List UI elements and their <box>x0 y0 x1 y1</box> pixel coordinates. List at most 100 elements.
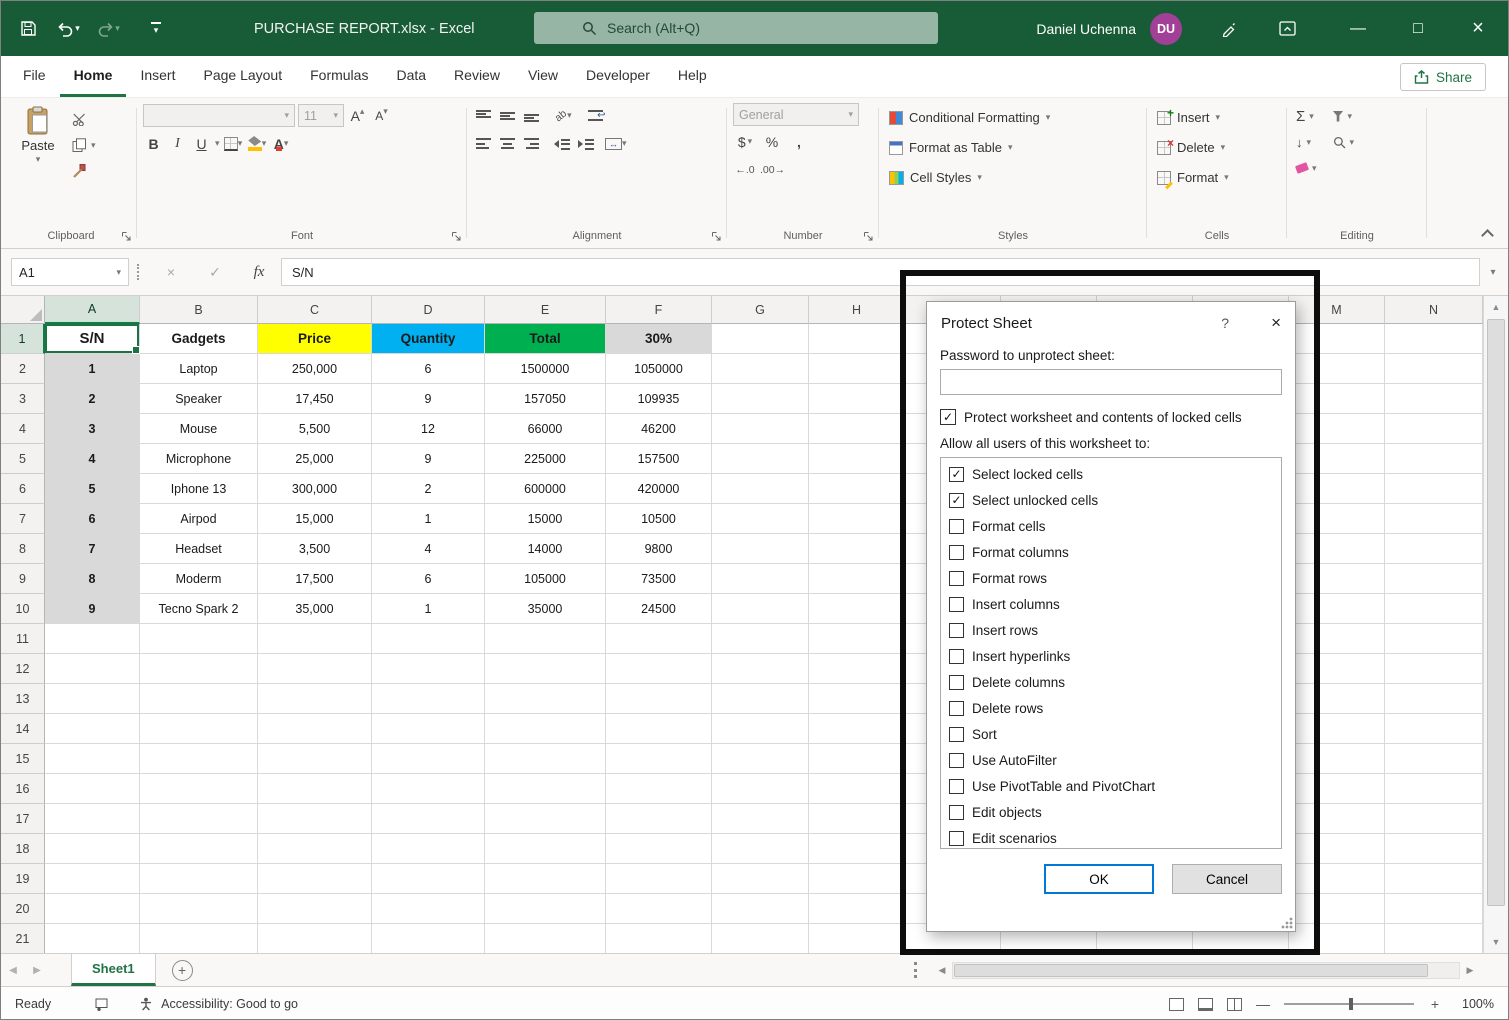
cell-C17[interactable] <box>258 804 372 834</box>
format-cells-button[interactable]: Format▾ <box>1153 165 1233 190</box>
dialog-option-format-cells[interactable]: Format cells <box>941 513 1281 539</box>
cell-B5[interactable]: Microphone <box>140 444 258 474</box>
cell-B14[interactable] <box>140 714 258 744</box>
cell-D19[interactable] <box>372 864 485 894</box>
cell-C14[interactable] <box>258 714 372 744</box>
row-header-2[interactable]: 2 <box>1 354 45 384</box>
cell-C19[interactable] <box>258 864 372 894</box>
redo-button[interactable]: ▾ <box>93 12 123 46</box>
cell-N10[interactable] <box>1385 594 1483 624</box>
cell-F8[interactable]: 9800 <box>606 534 712 564</box>
column-header-E[interactable]: E <box>485 296 606 324</box>
cell-G6[interactable] <box>712 474 809 504</box>
pen-icon[interactable] <box>1212 12 1246 46</box>
row-header-1[interactable]: 1 <box>1 324 45 354</box>
cell-A21[interactable] <box>45 924 140 953</box>
comma-style-button[interactable]: , <box>787 131 811 153</box>
page-layout-view-button[interactable] <box>1198 998 1213 1011</box>
cell-B13[interactable] <box>140 684 258 714</box>
tab-splitter-handle[interactable] <box>914 962 920 978</box>
cell-D6[interactable]: 2 <box>372 474 485 504</box>
cell-G5[interactable] <box>712 444 809 474</box>
cell-M2[interactable] <box>1289 354 1385 384</box>
cell-F5[interactable]: 157500 <box>606 444 712 474</box>
cell-N21[interactable] <box>1385 924 1483 953</box>
cell-C5[interactable]: 25,000 <box>258 444 372 474</box>
number-dialog-launcher[interactable] <box>863 230 874 241</box>
cell-B17[interactable] <box>140 804 258 834</box>
row-header-11[interactable]: 11 <box>1 624 45 654</box>
cell-H10[interactable] <box>809 594 905 624</box>
cell-B19[interactable] <box>140 864 258 894</box>
cell-C15[interactable] <box>258 744 372 774</box>
align-center-button[interactable] <box>497 133 518 155</box>
zoom-slider[interactable] <box>1284 996 1414 1012</box>
cell-G20[interactable] <box>712 894 809 924</box>
italic-button[interactable]: I <box>167 133 188 155</box>
cell-B16[interactable] <box>140 774 258 804</box>
cell-F4[interactable]: 46200 <box>606 414 712 444</box>
cell-N14[interactable] <box>1385 714 1483 744</box>
expand-formula-bar-button[interactable]: ▾ <box>1480 258 1506 286</box>
dialog-option-insert-hyperlinks[interactable]: Insert hyperlinks <box>941 643 1281 669</box>
cell-E1[interactable]: Total <box>485 324 606 354</box>
clear-button[interactable]: ▾ <box>1293 157 1320 179</box>
cell-B7[interactable]: Airpod <box>140 504 258 534</box>
cell-B18[interactable] <box>140 834 258 864</box>
cell-A17[interactable] <box>45 804 140 834</box>
cell-E9[interactable]: 105000 <box>485 564 606 594</box>
cell-N15[interactable] <box>1385 744 1483 774</box>
row-header-4[interactable]: 4 <box>1 414 45 444</box>
macro-record-icon[interactable] <box>95 998 109 1011</box>
dialog-option-insert-rows[interactable]: Insert rows <box>941 617 1281 643</box>
row-header-9[interactable]: 9 <box>1 564 45 594</box>
cell-C12[interactable] <box>258 654 372 684</box>
cell-E16[interactable] <box>485 774 606 804</box>
horizontal-scrollbar[interactable]: ◀ ▶ <box>932 954 1480 986</box>
cell-N13[interactable] <box>1385 684 1483 714</box>
cell-H17[interactable] <box>809 804 905 834</box>
row-header-21[interactable]: 21 <box>1 924 45 953</box>
cell-E2[interactable]: 1500000 <box>485 354 606 384</box>
cell-A7[interactable]: 6 <box>45 504 140 534</box>
row-header-7[interactable]: 7 <box>1 504 45 534</box>
cell-H1[interactable] <box>809 324 905 354</box>
underline-button[interactable]: U <box>191 133 212 155</box>
align-bottom-button[interactable] <box>521 105 542 127</box>
accessibility-status[interactable]: Accessibility: Good to go <box>161 997 298 1011</box>
minimize-button[interactable]: — <box>1328 1 1388 56</box>
resize-grip[interactable] <box>1281 917 1293 929</box>
cell-C4[interactable]: 5,500 <box>258 414 372 444</box>
row-header-10[interactable]: 10 <box>1 594 45 624</box>
cell-G12[interactable] <box>712 654 809 684</box>
row-header-19[interactable]: 19 <box>1 864 45 894</box>
cell-M5[interactable] <box>1289 444 1385 474</box>
dialog-option-delete-columns[interactable]: Delete columns <box>941 669 1281 695</box>
avatar[interactable]: DU <box>1150 13 1182 45</box>
cell-B3[interactable]: Speaker <box>140 384 258 414</box>
prev-sheet-button[interactable]: ◀ <box>1 954 25 986</box>
vertical-scrollbar-thumb[interactable] <box>1487 319 1505 906</box>
share-button[interactable]: Share <box>1400 63 1486 91</box>
alignment-dialog-launcher[interactable] <box>711 230 722 241</box>
cell-F6[interactable]: 420000 <box>606 474 712 504</box>
dialog-option-use-pivottable-and-pivotchart[interactable]: Use PivotTable and PivotChart <box>941 773 1281 799</box>
cell-H6[interactable] <box>809 474 905 504</box>
cell-E20[interactable] <box>485 894 606 924</box>
font-size-select[interactable]: 11▾ <box>298 104 344 127</box>
column-header-N[interactable]: N <box>1385 296 1483 324</box>
cell-B4[interactable]: Mouse <box>140 414 258 444</box>
cell-F19[interactable] <box>606 864 712 894</box>
clipboard-dialog-launcher[interactable] <box>121 230 132 241</box>
cell-M14[interactable] <box>1289 714 1385 744</box>
cell-H11[interactable] <box>809 624 905 654</box>
cell-A6[interactable]: 5 <box>45 474 140 504</box>
zoom-out-button[interactable]: — <box>1256 996 1270 1012</box>
menu-tab-view[interactable]: View <box>514 56 572 97</box>
menu-tab-file[interactable]: File <box>9 56 60 97</box>
cell-N8[interactable] <box>1385 534 1483 564</box>
dialog-option-sort[interactable]: Sort <box>941 721 1281 747</box>
cell-B15[interactable] <box>140 744 258 774</box>
help-icon[interactable]: ? <box>1221 315 1229 331</box>
page-break-view-button[interactable] <box>1227 998 1242 1011</box>
